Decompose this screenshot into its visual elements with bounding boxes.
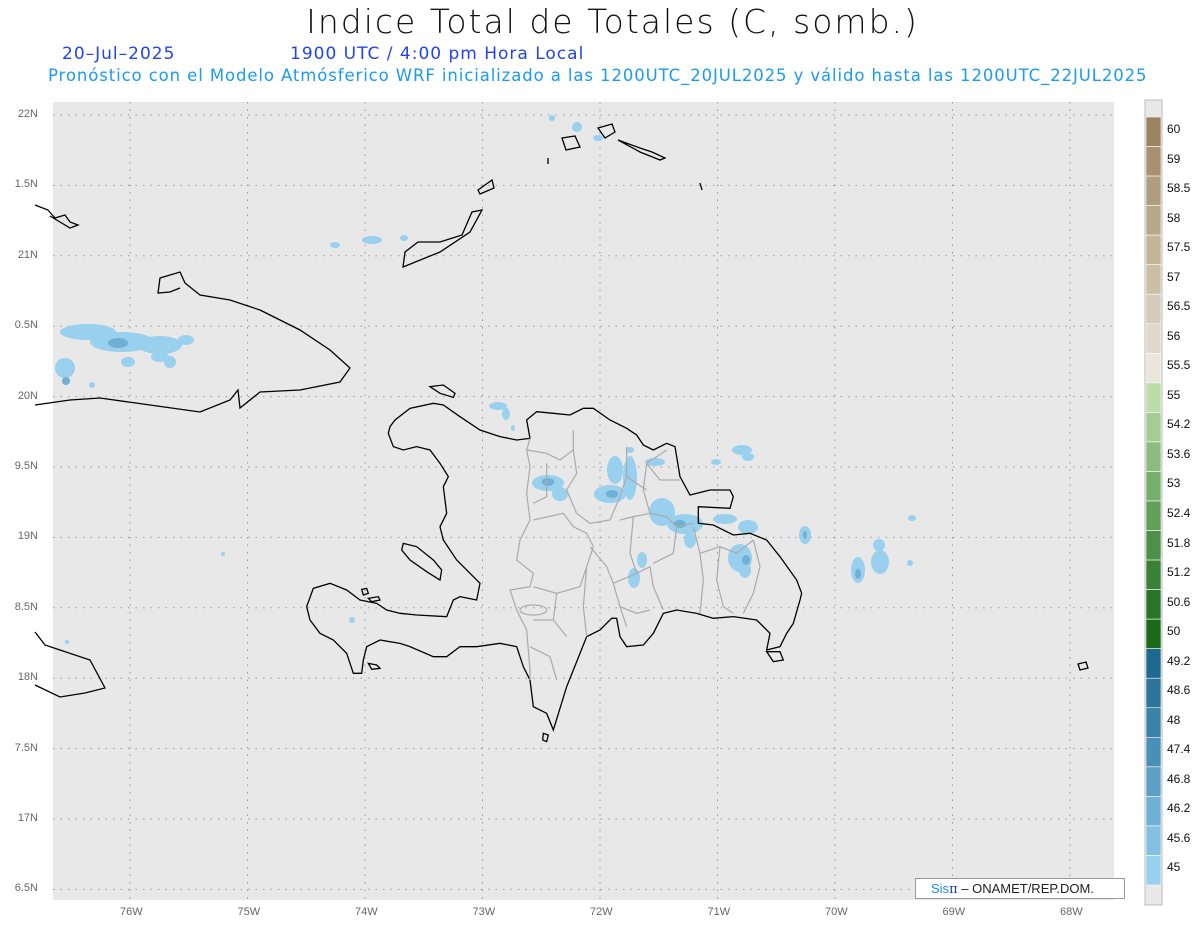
colorbar-label: 47.4: [1167, 742, 1191, 757]
colorbar-label: 52.4: [1167, 506, 1191, 520]
colorbar-swatch: [1145, 648, 1162, 679]
lat-tick-label: 1.5N: [14, 178, 38, 191]
colorbar-swatch: [1145, 441, 1162, 472]
colorbar-label: 46.2: [1167, 801, 1191, 816]
colorbar-label: 51.8: [1167, 535, 1191, 550]
colorbar-swatch: [1145, 855, 1162, 886]
colorbar-swatch: [1145, 796, 1162, 827]
colorbar-swatch: [1145, 175, 1162, 206]
colorbar-swatch: [1145, 766, 1162, 797]
colorbar-label: 54.2: [1167, 417, 1191, 432]
logo-pi: π: [949, 882, 958, 897]
colorbar-label: 56.5: [1167, 299, 1191, 314]
lat-tick-label: 19N: [17, 530, 38, 543]
colorbar-label: 60: [1167, 122, 1181, 136]
colorbar-label: 46.8: [1167, 771, 1191, 786]
logo-sis: Sis: [931, 881, 950, 896]
lon-tick-label: 73W: [472, 906, 496, 918]
lat-tick-label: 8.5N: [14, 600, 38, 613]
colorbar-label: 51.2: [1167, 565, 1191, 580]
colorbar-label: 50: [1167, 624, 1181, 639]
colorbar-label: 59: [1167, 151, 1181, 166]
lat-tick-label: 17N: [17, 812, 38, 824]
colorbar-swatch: [1145, 589, 1162, 620]
colorbar-swatch: [1145, 677, 1162, 709]
colorbar-swatch: [1145, 264, 1162, 295]
map-plot: [34, 99, 1163, 906]
colorbar-swatch: [1145, 618, 1162, 649]
colorbar-label: 48.6: [1167, 683, 1191, 698]
colorbar-swatch: [1145, 353, 1162, 384]
colorbar-label: 55: [1167, 387, 1181, 402]
colorbar-swatch: [1145, 737, 1162, 768]
lat-tick-label: 7.5N: [14, 741, 38, 754]
lon-tick-label: 68W: [1060, 906, 1083, 918]
lon-tick-label: 69W: [942, 906, 966, 918]
colorbar-swatch: [1145, 205, 1162, 236]
lon-tick-label: 71W: [707, 906, 731, 918]
colorbar-label: 58.5: [1167, 181, 1191, 196]
lon-tick-label: 76W: [120, 906, 143, 918]
lat-tick-label: 18N: [17, 671, 38, 684]
colorbar-label: 56: [1167, 328, 1181, 343]
colorbar-swatch: [1145, 559, 1162, 590]
colorbar-swatch: [1145, 382, 1162, 413]
colorbar-label: 58: [1167, 210, 1181, 225]
colorbar-label: 55.5: [1167, 358, 1191, 373]
lon-tick-label: 72W: [590, 906, 613, 918]
lat-tick-label: 20N: [17, 389, 38, 402]
lat-tick-label: 0.5N: [14, 319, 38, 332]
colorbar-swatch: [1145, 412, 1162, 443]
colorbar-swatch: [1145, 530, 1162, 561]
lon-tick-label: 70W: [825, 906, 848, 918]
colorbar-label: 45: [1167, 860, 1181, 875]
colorbar-swatch: [1145, 146, 1162, 177]
colorbar: [1144, 99, 1163, 906]
map-background: [53, 102, 1114, 900]
colorbar-swatch: [1145, 293, 1162, 325]
colorbar-label: 53: [1167, 476, 1181, 491]
colorbar-label: 49.2: [1167, 653, 1191, 668]
colorbar-label: 45.6: [1167, 830, 1191, 845]
colorbar-swatch: [1145, 471, 1162, 502]
colorbar-swatch: [1145, 500, 1162, 531]
colorbar-label: 50.6: [1167, 594, 1191, 609]
logo-org: – ONAMET/REP.DOM.: [961, 881, 1094, 896]
lat-tick-label: 22N: [17, 108, 38, 120]
lat-tick-label: 9.5N: [14, 460, 38, 472]
colorbar-swatch: [1145, 323, 1162, 354]
colorbar-swatch: [1145, 116, 1162, 147]
lon-tick-label: 74W: [355, 906, 378, 918]
lat-tick-label: 6.5N: [14, 882, 38, 895]
colorbar-swatch: [1145, 234, 1162, 265]
colorbar-swatch: [1145, 707, 1162, 738]
colorbar-label: 57: [1167, 269, 1181, 284]
onamet-logo: Sisπ – ONAMET/REP.DOM.: [915, 878, 1125, 899]
colorbar-label: 48: [1167, 712, 1181, 727]
lon-tick-label: 75W: [237, 906, 261, 918]
lat-tick-label: 21N: [17, 248, 38, 261]
colorbar-label: 53.6: [1167, 446, 1191, 461]
colorbar-label: 57.5: [1167, 240, 1191, 255]
colorbar-swatch: [1145, 825, 1162, 856]
